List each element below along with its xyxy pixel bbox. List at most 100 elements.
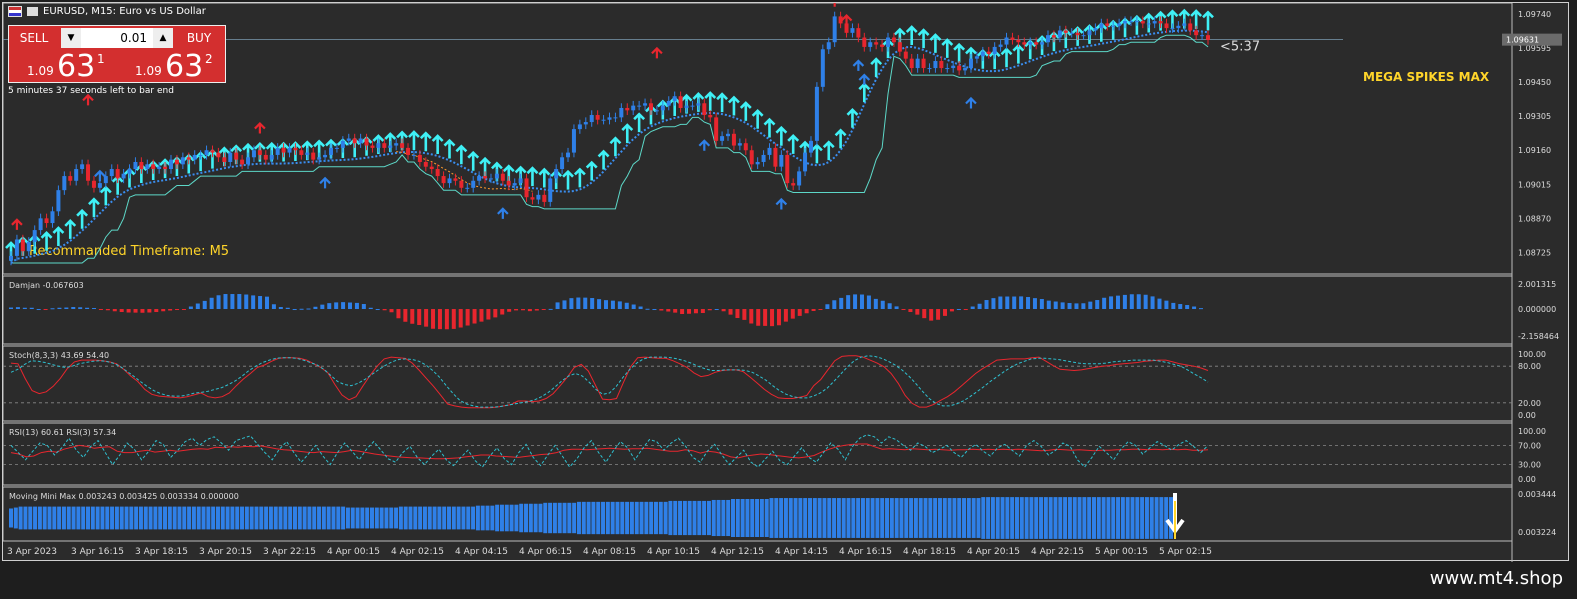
mmm-bar (28, 506, 33, 530)
chart-window: 1.09740 1.09595 1.09450 1.09305 1.09160 1.090… (2, 0, 1570, 562)
damjan-bar (756, 309, 761, 326)
mmm-bar (1164, 497, 1169, 539)
mmm-bar (61, 506, 66, 530)
mmm-bar (509, 504, 514, 532)
mmm-bar (880, 498, 885, 538)
lot-decrease-icon[interactable]: ▼ (61, 28, 81, 48)
sell-price-sup: 1 (97, 52, 105, 66)
mmm-bar (187, 506, 192, 530)
damjan-bar (839, 297, 844, 310)
mmm-bar (832, 498, 837, 538)
damjan-bar (569, 298, 574, 310)
mmm-bar (1005, 497, 1010, 539)
damjan-bar (873, 298, 878, 310)
damjan-bar (991, 298, 996, 310)
damjan-bar (403, 309, 408, 322)
damjan-bar (188, 306, 193, 310)
damjan-bar (9, 307, 13, 310)
mmm-bar (1077, 497, 1082, 539)
mmm-bar (1000, 497, 1005, 539)
damjan-bar (1171, 302, 1176, 310)
mmm-bar (673, 500, 678, 536)
damjan-bar (375, 309, 380, 311)
mmm-bar (90, 506, 95, 530)
mmm-bar (283, 506, 288, 530)
damjan-bar (1053, 301, 1058, 310)
mmm-bar (981, 497, 986, 539)
mmm-bar (817, 498, 822, 538)
mmm-bar (394, 507, 399, 529)
mmm-bar (312, 506, 317, 530)
mmm-bar (408, 506, 413, 530)
chart-canvas[interactable]: 1.097401.095951.094501.093051.091601.090… (2, 0, 1570, 562)
mmm-bar (110, 506, 115, 530)
damjan-bar (936, 309, 941, 320)
damjan-bar (500, 309, 505, 315)
damjan-bar (555, 302, 560, 310)
buy-button[interactable]: BUY (175, 28, 223, 48)
mmm-bar (360, 507, 365, 529)
damjan-bar (956, 309, 961, 311)
mmm-bar (1043, 497, 1048, 539)
mmm-bar (918, 498, 923, 538)
damjan-bar (334, 302, 339, 310)
damjan-bar (811, 309, 816, 312)
mmm-bar (557, 502, 562, 534)
damjan-bar (610, 300, 615, 310)
damjan-bar (112, 309, 117, 312)
damjan-bar (493, 309, 498, 318)
damjan-bar (735, 309, 740, 319)
lot-size-input[interactable] (83, 28, 149, 48)
mmm-bar (475, 505, 480, 531)
damjan-bar (797, 309, 802, 316)
mmm-bar (889, 498, 894, 538)
sell-button[interactable]: SELL (11, 28, 57, 48)
damjan-bar (361, 304, 366, 310)
damjan-bar (202, 300, 207, 310)
mmm-bar (909, 498, 914, 538)
damjan-bar (548, 308, 553, 310)
damjan-bar (859, 294, 864, 310)
brand-label: MEGA SPIKES MAX (1363, 70, 1490, 84)
damjan-bar (645, 308, 650, 310)
mmm-bar (764, 499, 769, 537)
mmm-bar (163, 506, 168, 530)
mmm-bar (952, 498, 957, 538)
damjan-bar (389, 309, 394, 313)
buy-price[interactable]: 1.09 63 2 (119, 49, 223, 84)
y-tick-rsi: 0.00 (1518, 475, 1536, 484)
mmm-bar (341, 506, 346, 530)
mmm-bar (384, 507, 389, 529)
damjan-bar (1192, 306, 1197, 310)
damjan-bar (417, 309, 422, 326)
mmm-bar (143, 506, 148, 530)
y-tick-stoch: 20.00 (1518, 399, 1541, 408)
mmm-bar (1125, 497, 1130, 539)
mmm-bar (495, 504, 500, 532)
damjan-bar (479, 309, 484, 322)
x-tick: 4 Apr 00:15 (327, 547, 380, 557)
mmm-bar (350, 507, 355, 529)
mmm-bar (836, 498, 841, 538)
mmm-bar (466, 506, 471, 530)
damjan-bar (1115, 295, 1120, 310)
damjan-bar (431, 309, 436, 329)
damjan-bar (943, 309, 948, 316)
mmm-bar (57, 506, 62, 530)
mmm-bar (745, 499, 750, 537)
damjan-bar (583, 297, 588, 310)
x-tick: 4 Apr 18:15 (903, 547, 956, 557)
lot-increase-icon[interactable]: ▲ (153, 28, 173, 48)
mmm-bar (302, 506, 307, 530)
damjan-bar (147, 309, 152, 313)
mmm-bar (562, 502, 567, 534)
damjan-bar (866, 295, 871, 310)
pane-0 (2, 2, 1513, 275)
mmm-bar (490, 505, 495, 531)
x-tick: 5 Apr 02:15 (1159, 547, 1212, 557)
mmm-bar (1111, 497, 1116, 539)
mmm-bar (1091, 497, 1096, 539)
damjan-bar (776, 309, 781, 326)
sell-price[interactable]: 1.09 63 1 (11, 49, 115, 84)
damjan-bar (624, 302, 629, 310)
